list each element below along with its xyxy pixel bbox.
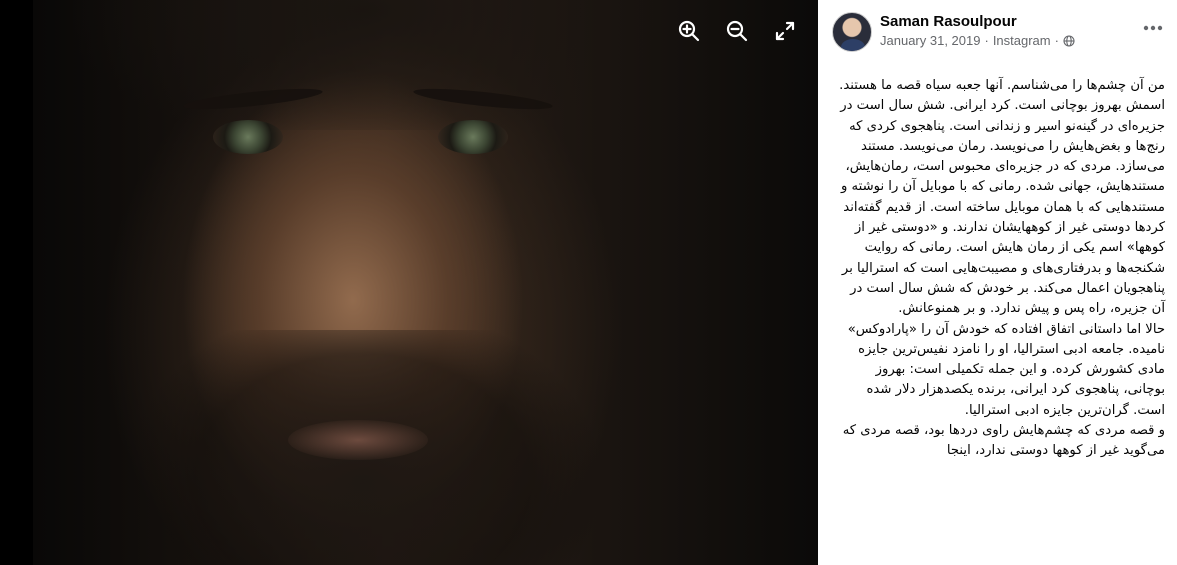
photo-lips xyxy=(288,420,428,460)
zoom-in-icon xyxy=(678,20,700,42)
post-date[interactable]: January 31, 2019 xyxy=(880,32,980,50)
post-sidebar: Saman Rasoulpour January 31, 2019 · Inst… xyxy=(818,0,1177,565)
post-source: Instagram xyxy=(992,33,1051,48)
fullscreen-icon xyxy=(775,21,795,41)
zoom-in-button[interactable] xyxy=(676,18,702,44)
post-subline: January 31, 2019 · Instagram · xyxy=(880,32,1141,50)
photo-viewer xyxy=(0,0,818,565)
zoom-out-icon xyxy=(726,20,748,42)
separator: · xyxy=(984,33,989,48)
globe-icon[interactable] xyxy=(1063,35,1075,47)
more-icon xyxy=(1143,25,1163,31)
photo-right-eye xyxy=(438,120,508,154)
post-photo xyxy=(33,0,818,565)
photo-hair-shadow xyxy=(73,0,653,130)
more-options-button[interactable] xyxy=(1141,16,1165,40)
post-header: Saman Rasoulpour January 31, 2019 · Inst… xyxy=(832,12,1165,56)
author-avatar[interactable] xyxy=(832,12,872,52)
fullscreen-button[interactable] xyxy=(772,18,798,44)
zoom-out-button[interactable] xyxy=(724,18,750,44)
author-name[interactable]: Saman Rasoulpour xyxy=(880,12,1141,32)
photo-left-eye xyxy=(213,120,283,154)
post-body-text: من آن چشم‌ها را می‌شناسم. آنها جعبه سیاه… xyxy=(839,78,1165,459)
viewer-controls xyxy=(676,18,798,44)
post-meta: Saman Rasoulpour January 31, 2019 · Inst… xyxy=(880,12,1141,50)
separator: · xyxy=(1054,33,1059,48)
